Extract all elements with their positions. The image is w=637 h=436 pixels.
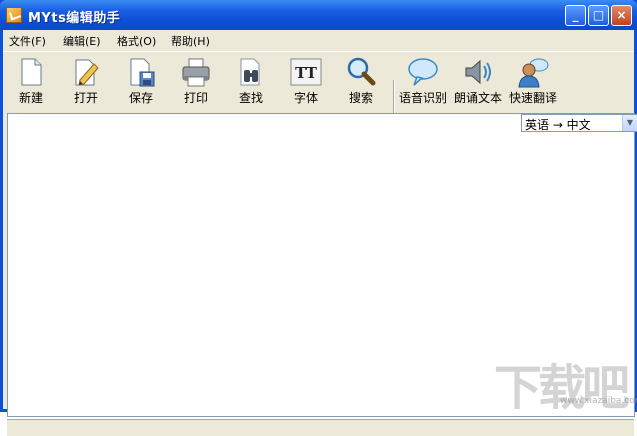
find-button[interactable]: 查找 xyxy=(223,54,279,106)
title-bar[interactable]: MYts编辑助手 _ □ × xyxy=(0,0,637,30)
watermark-logo: 下载吧 xyxy=(494,360,630,416)
save-button[interactable]: 保存 xyxy=(113,54,169,106)
user-chat-icon xyxy=(518,58,549,88)
find-label: 查找 xyxy=(238,91,263,105)
menu-file[interactable]: 文件(F) xyxy=(9,33,46,49)
read-text-button[interactable]: 朗诵文本 xyxy=(450,54,506,106)
chevron-down-icon[interactable]: ▼ xyxy=(622,115,637,131)
font-label: 字体 xyxy=(293,91,318,105)
app-icon xyxy=(6,7,22,23)
watermark-url: www.xiazaiba.com xyxy=(560,396,637,406)
read-text-label: 朗诵文本 xyxy=(453,91,502,105)
new-button[interactable]: 新建 xyxy=(3,54,59,106)
language-select[interactable]: 英语 → 中文 ▼ xyxy=(521,114,637,132)
menu-bar: 文件(F) 编辑(E) 格式(O) 帮助(H) xyxy=(3,30,634,50)
open-label: 打开 xyxy=(73,91,98,105)
search-button[interactable]: 搜索 xyxy=(333,54,389,106)
close-button[interactable]: × xyxy=(611,5,632,26)
maximize-button[interactable]: □ xyxy=(588,5,609,26)
minimize-button[interactable]: _ xyxy=(565,5,586,26)
save-label: 保存 xyxy=(128,91,153,105)
speaker-icon xyxy=(465,59,491,85)
search-label: 搜索 xyxy=(348,91,373,105)
speech-recognition-label: 语音识别 xyxy=(398,91,447,105)
app-window: MYts编辑助手 _ □ × 文件(F) 编辑(E) 格式(O) 帮助(H) 新… xyxy=(0,0,637,436)
printer-icon xyxy=(182,58,210,87)
binoculars-icon xyxy=(240,58,260,86)
print-button[interactable]: 打印 xyxy=(168,54,224,106)
language-select-value: 英语 → 中文 xyxy=(525,118,591,132)
menu-format[interactable]: 格式(O) xyxy=(117,33,156,49)
save-icon xyxy=(130,58,155,87)
new-document-icon xyxy=(21,58,42,86)
print-label: 打印 xyxy=(183,91,208,105)
status-bar xyxy=(7,419,634,436)
font-button[interactable]: TT 字体 xyxy=(278,54,334,106)
window-title: MYts编辑助手 xyxy=(28,11,121,26)
toolbar: 新建 打开 保存 打印 查找 TT 字体 搜索 语音识别 朗诵文本 快速翻译 xyxy=(3,51,634,126)
quick-translate-label: 快速翻译 xyxy=(508,91,557,105)
open-edit-icon xyxy=(75,59,99,86)
quick-translate-button[interactable]: 快速翻译 xyxy=(505,54,561,106)
open-button[interactable]: 打开 xyxy=(58,54,114,106)
speech-bubble-icon xyxy=(408,58,438,86)
font-icon: TT xyxy=(290,58,322,86)
speech-recognition-button[interactable]: 语音识别 xyxy=(395,54,451,106)
new-label: 新建 xyxy=(18,91,43,105)
svg-text:TT: TT xyxy=(295,64,318,82)
magnifier-icon xyxy=(347,57,376,86)
menu-help[interactable]: 帮助(H) xyxy=(171,33,210,49)
menu-edit[interactable]: 编辑(E) xyxy=(63,33,101,49)
